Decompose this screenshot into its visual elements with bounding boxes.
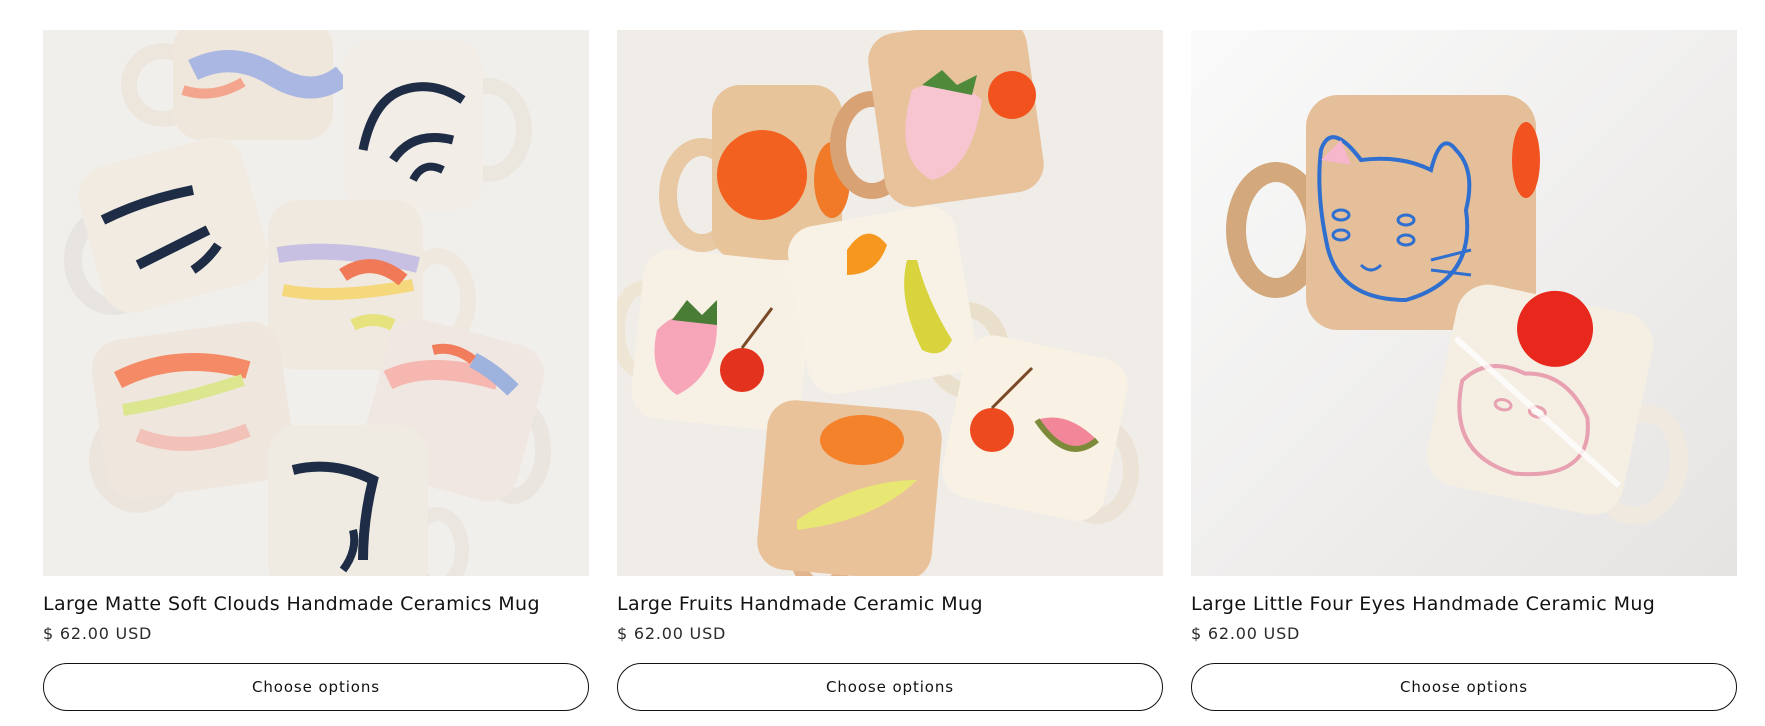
- product-photo-clouds-mugs: [43, 30, 589, 576]
- choose-options-button[interactable]: Choose options: [43, 663, 589, 711]
- product-photo-four-eyes-mugs: [1191, 30, 1737, 576]
- product-card: Large Little Four Eyes Handmade Ceramic …: [1191, 30, 1737, 711]
- product-image[interactable]: [43, 30, 589, 576]
- choose-options-button[interactable]: Choose options: [1191, 663, 1737, 711]
- product-image[interactable]: [1191, 30, 1737, 576]
- product-grid: Large Matte Soft Clouds Handmade Ceramic…: [43, 30, 1737, 711]
- product-photo-fruit-mugs: [617, 30, 1163, 576]
- product-title[interactable]: Large Fruits Handmade Ceramic Mug: [617, 591, 1163, 617]
- product-image[interactable]: [617, 30, 1163, 576]
- product-price: $ 62.00 USD: [43, 624, 153, 643]
- product-price: $ 62.00 USD: [617, 624, 727, 643]
- product-card: Large Fruits Handmade Ceramic Mug $ 62.0…: [617, 30, 1163, 711]
- product-price: $ 62.00 USD: [1191, 624, 1301, 643]
- product-title[interactable]: Large Matte Soft Clouds Handmade Ceramic…: [43, 591, 589, 617]
- product-title[interactable]: Large Little Four Eyes Handmade Ceramic …: [1191, 591, 1737, 617]
- choose-options-button[interactable]: Choose options: [617, 663, 1163, 711]
- product-card: Large Matte Soft Clouds Handmade Ceramic…: [43, 30, 589, 711]
